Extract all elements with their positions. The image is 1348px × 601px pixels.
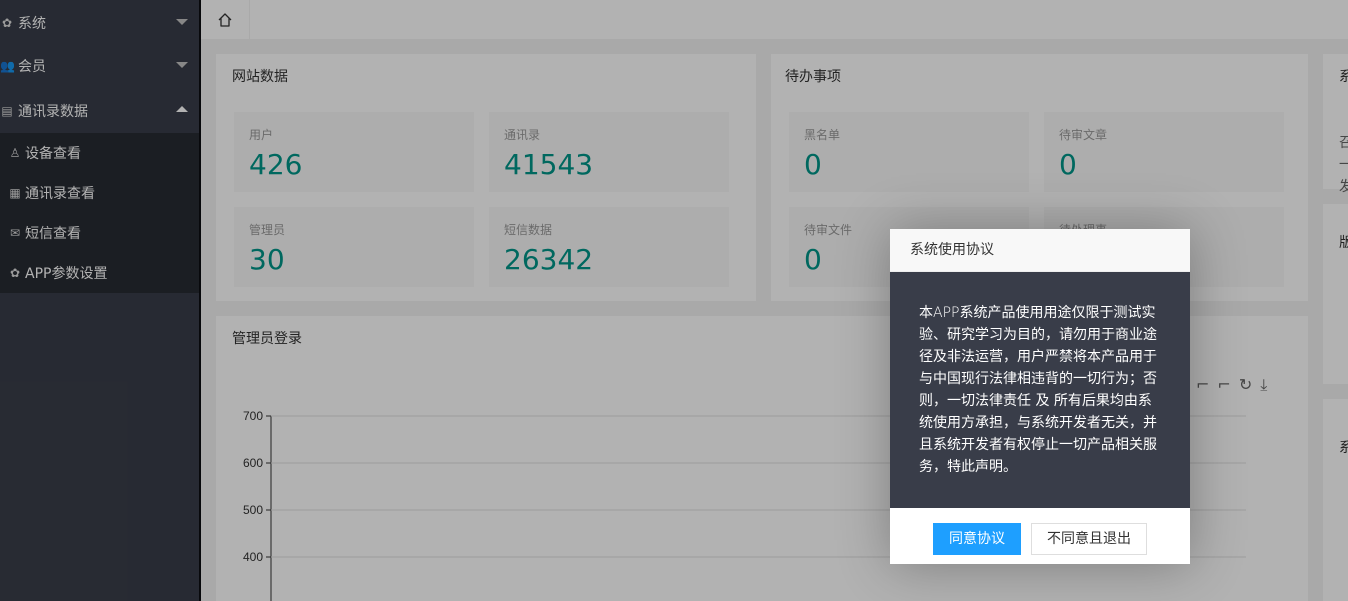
dialog-text: 本APP系统产品使用用途仅限于测试实验、研究学习为目的，请勿用于商业途径及非法运…	[919, 305, 1157, 475]
disagree-button[interactable]: 不同意且退出	[1031, 523, 1147, 555]
agree-button[interactable]: 同意协议	[933, 523, 1021, 555]
agreement-dialog: 系统使用协议 本APP系统产品使用用途仅限于测试实验、研究学习为目的，请勿用于商…	[890, 229, 1190, 564]
dialog-body: 本APP系统产品使用用途仅限于测试实验、研究学习为目的，请勿用于商业途径及非法运…	[890, 272, 1190, 508]
dialog-title: 系统使用协议	[890, 229, 1190, 272]
